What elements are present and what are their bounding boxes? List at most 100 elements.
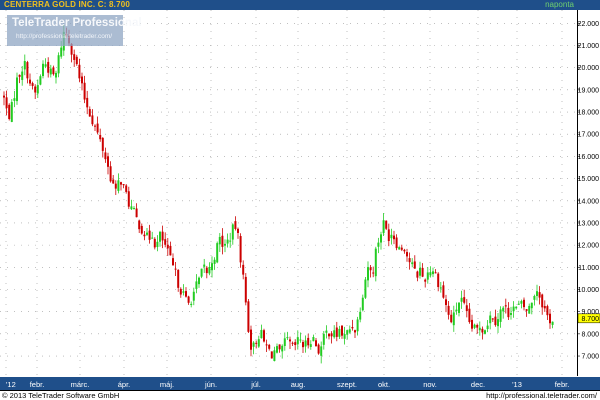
candle-120 bbox=[315, 338, 317, 347]
candle-170 bbox=[445, 294, 447, 313]
y-tick-label-7: 14.000 bbox=[578, 198, 599, 205]
candle-11 bbox=[31, 81, 34, 90]
candle-149 bbox=[390, 228, 393, 245]
candle-156 bbox=[408, 252, 411, 270]
candle-86 bbox=[226, 233, 229, 248]
x-tick-label-0: '12 bbox=[6, 380, 16, 389]
candle-32 bbox=[86, 90, 89, 115]
candle-77 bbox=[203, 258, 206, 273]
candle-129 bbox=[338, 325, 341, 340]
candle-145 bbox=[380, 231, 382, 250]
symbol-title: CENTERRA GOLD INC. C: 8.700 bbox=[4, 0, 131, 9]
candle-108 bbox=[283, 332, 286, 351]
x-tick-label-8: szept. bbox=[337, 380, 357, 389]
candle-183 bbox=[478, 321, 481, 336]
candle-162 bbox=[424, 278, 427, 288]
logo-title: TeleTrader Professional bbox=[12, 17, 142, 29]
footer-url-link[interactable]: http://professional.teletrader.com/ bbox=[486, 391, 597, 400]
candle-208 bbox=[543, 300, 546, 312]
candle-47 bbox=[125, 184, 128, 194]
candle-39 bbox=[104, 147, 107, 163]
candle-33 bbox=[88, 106, 91, 117]
logo-url: http://professional.teletrader.com/ bbox=[16, 33, 113, 40]
candle-209 bbox=[546, 304, 549, 320]
candle-51 bbox=[135, 203, 138, 218]
candle-10 bbox=[29, 73, 31, 86]
candle-49 bbox=[130, 199, 133, 211]
footer-bar: © 2013 TeleTrader Software GmbH http://p… bbox=[0, 390, 600, 400]
candle-130 bbox=[341, 325, 343, 339]
candle-110 bbox=[289, 336, 291, 350]
candle-136 bbox=[356, 316, 359, 336]
candle-53 bbox=[140, 223, 143, 235]
copyright-text: © 2013 TeleTrader Software GmbH bbox=[2, 391, 120, 400]
candle-55 bbox=[146, 227, 148, 237]
candle-9 bbox=[26, 60, 29, 84]
candle-84 bbox=[221, 228, 224, 255]
candle-155 bbox=[406, 248, 408, 262]
candle-192 bbox=[502, 306, 505, 319]
candle-204 bbox=[533, 294, 536, 306]
candle-4 bbox=[13, 91, 16, 108]
x-tick-label-7: aug. bbox=[291, 380, 306, 389]
candle-163 bbox=[426, 267, 429, 284]
candle-200 bbox=[523, 297, 525, 311]
candle-131 bbox=[343, 326, 346, 345]
candle-112 bbox=[294, 339, 297, 351]
candle-169 bbox=[442, 281, 445, 299]
grid bbox=[0, 10, 578, 376]
candle-2 bbox=[8, 103, 11, 121]
candle-60 bbox=[159, 230, 161, 247]
candle-203 bbox=[530, 302, 533, 315]
chart-plot-area[interactable] bbox=[0, 10, 578, 376]
candle-207 bbox=[541, 293, 544, 315]
candle-38 bbox=[101, 137, 104, 158]
candle-61 bbox=[161, 225, 164, 249]
candle-138 bbox=[361, 294, 364, 312]
y-tick-label-8: 15.000 bbox=[578, 176, 599, 183]
candle-83 bbox=[218, 233, 221, 252]
candle-132 bbox=[346, 329, 349, 340]
candle-137 bbox=[359, 307, 362, 323]
candle-117 bbox=[307, 333, 310, 349]
candle-28 bbox=[75, 54, 78, 66]
candle-175 bbox=[458, 302, 460, 317]
y-tick-label-6: 13.000 bbox=[578, 220, 599, 227]
candle-126 bbox=[330, 331, 333, 344]
candle-159 bbox=[416, 270, 419, 282]
candle-104 bbox=[273, 346, 276, 362]
candle-8 bbox=[23, 54, 26, 76]
candle-140 bbox=[367, 261, 369, 288]
candle-184 bbox=[481, 326, 484, 340]
candle-102 bbox=[268, 343, 271, 351]
candle-210 bbox=[549, 309, 551, 329]
candle-116 bbox=[304, 335, 307, 353]
candle-154 bbox=[403, 248, 406, 254]
candle-56 bbox=[148, 224, 151, 244]
candle-127 bbox=[333, 325, 336, 339]
price-chart[interactable] bbox=[0, 10, 578, 376]
price-axis: 7.000 8.000 9.000 10.000 11.000 12.000 13.000 1… bbox=[578, 10, 600, 376]
candle-7 bbox=[21, 65, 24, 86]
candle-191 bbox=[499, 306, 502, 328]
y-tick-label-1: 8.000 bbox=[581, 331, 599, 338]
candle-152 bbox=[398, 246, 401, 250]
candle-50 bbox=[133, 206, 135, 210]
candle-29 bbox=[78, 58, 81, 83]
x-tick-label-11: dec. bbox=[471, 380, 485, 389]
candle-174 bbox=[455, 302, 458, 315]
candle-95 bbox=[250, 325, 252, 357]
candle-98 bbox=[257, 335, 260, 348]
x-tick-label-10: nov. bbox=[423, 380, 437, 389]
candle-160 bbox=[419, 261, 421, 279]
time-axis: '12 febr. márc. ápr. máj. jún. júl. aug. szept. o… bbox=[0, 377, 600, 390]
candle-133 bbox=[348, 325, 351, 334]
candle-211 bbox=[551, 321, 554, 329]
candle-103 bbox=[270, 351, 273, 359]
y-tick-label-12: 19.000 bbox=[578, 87, 599, 94]
candle-30 bbox=[81, 72, 83, 91]
candle-128 bbox=[335, 321, 338, 342]
candle-153 bbox=[400, 244, 403, 252]
candle-59 bbox=[156, 235, 159, 252]
period-label[interactable]: naponta bbox=[545, 0, 574, 10]
